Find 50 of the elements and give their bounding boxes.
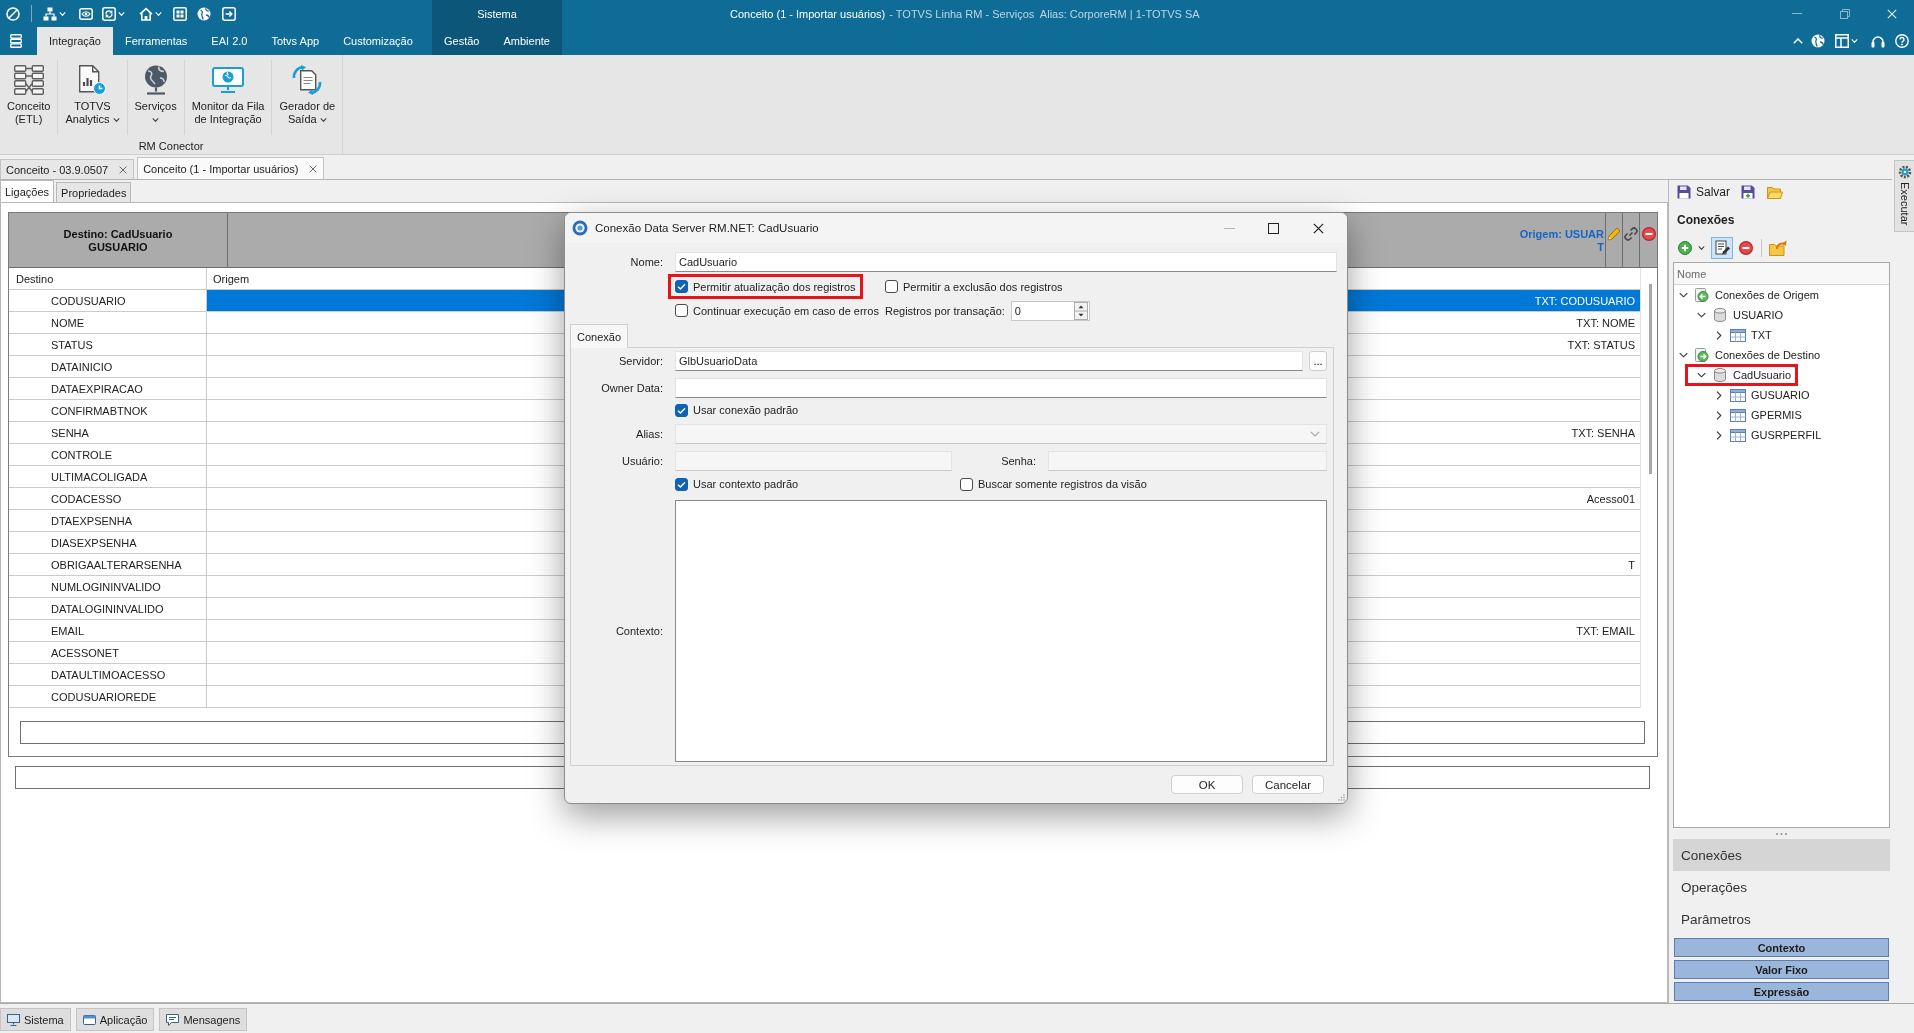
window-subtitle: - TOTVS Linha RM - Serviços Alias: CorporeRM | 1-TOTVS SA <box>889 7 1200 20</box>
table-cell: TXT: EMAIL <box>1576 624 1635 637</box>
field-label: Servidor: <box>618 355 663 367</box>
table-cell: DATALOGININVALIDO <box>9 598 207 619</box>
column-header: Destino <box>16 272 54 285</box>
checkbox-label: Usar contexto padrão <box>693 478 799 490</box>
field-label: Owner Data: <box>601 382 663 394</box>
field-label: Senha: <box>1001 455 1037 467</box>
table-cell: ACESSONET <box>9 642 207 663</box>
table-cell: DIASEXPSENHA <box>9 532 207 553</box>
table-cell: CONTROLE <box>9 444 207 465</box>
table-cell: DTAEXPSENHA <box>9 510 207 531</box>
checkbox-label: Continuar execução em caso de erros <box>693 304 879 317</box>
table-cell: Acesso01 <box>1586 492 1635 505</box>
table-cell: ULTIMACOLIGADA <box>9 466 207 487</box>
destination-header: Destino: CadUsuario GUSUARIO <box>62 227 174 254</box>
table-cell: NUMLOGININVALIDO <box>9 576 207 597</box>
table-cell: DATAEXPIRACAO <box>9 378 207 399</box>
table-cell: TXT: NOME <box>1576 316 1635 329</box>
group-label: RM Conector <box>138 139 204 153</box>
table-cell: CONFIRMABTNOK <box>9 400 207 421</box>
field-label: Alias: <box>636 428 663 440</box>
table-cell: TXT: SENHA <box>1571 426 1635 439</box>
column-header: Nome <box>1674 263 1889 285</box>
table-cell: OBRIGAALTERARSENHA <box>9 554 207 575</box>
panel-title: Conexões <box>1677 213 1735 227</box>
checkbox-label: Buscar somente registros da visão <box>978 478 1147 490</box>
table-cell: TXT: CODUSUARIO <box>1534 294 1635 307</box>
table-cell: EMAIL <box>9 620 207 641</box>
field-label: Registros por transação: <box>885 304 1005 317</box>
checkbox-label: Permitir a exclusão dos registros <box>903 280 1063 293</box>
field-label: Contexto: <box>615 625 663 637</box>
dialog-title: Conexão Data Server RM.NET: CadUsuario <box>595 222 819 234</box>
context-label: Sistema <box>476 6 518 22</box>
checkbox-label: Permitir atualização dos registros <box>693 280 856 293</box>
table-cell: T <box>1628 558 1635 571</box>
column-header: Origem <box>213 272 250 285</box>
table-cell: STATUS <box>9 334 207 355</box>
field-label: Nome: <box>630 256 663 268</box>
window-title: Conceito (1 - Importar usuários) <box>730 7 886 20</box>
table-cell: DATAINICIO <box>9 356 207 377</box>
table-cell: SENHA <box>9 422 207 443</box>
checkbox-label: Usar conexão padrão <box>693 404 799 416</box>
field-label: Usuário: <box>622 455 663 467</box>
table-cell: DATAULTIMOACESSO <box>9 664 207 685</box>
table-cell: CODUSUARIOREDE <box>9 686 207 707</box>
origin-header: Origem: USUAR T <box>1519 228 1604 254</box>
table-cell: NOME <box>9 312 207 333</box>
table-cell: CODACESSO <box>9 488 207 509</box>
table-cell: TXT: STATUS <box>1567 338 1635 351</box>
